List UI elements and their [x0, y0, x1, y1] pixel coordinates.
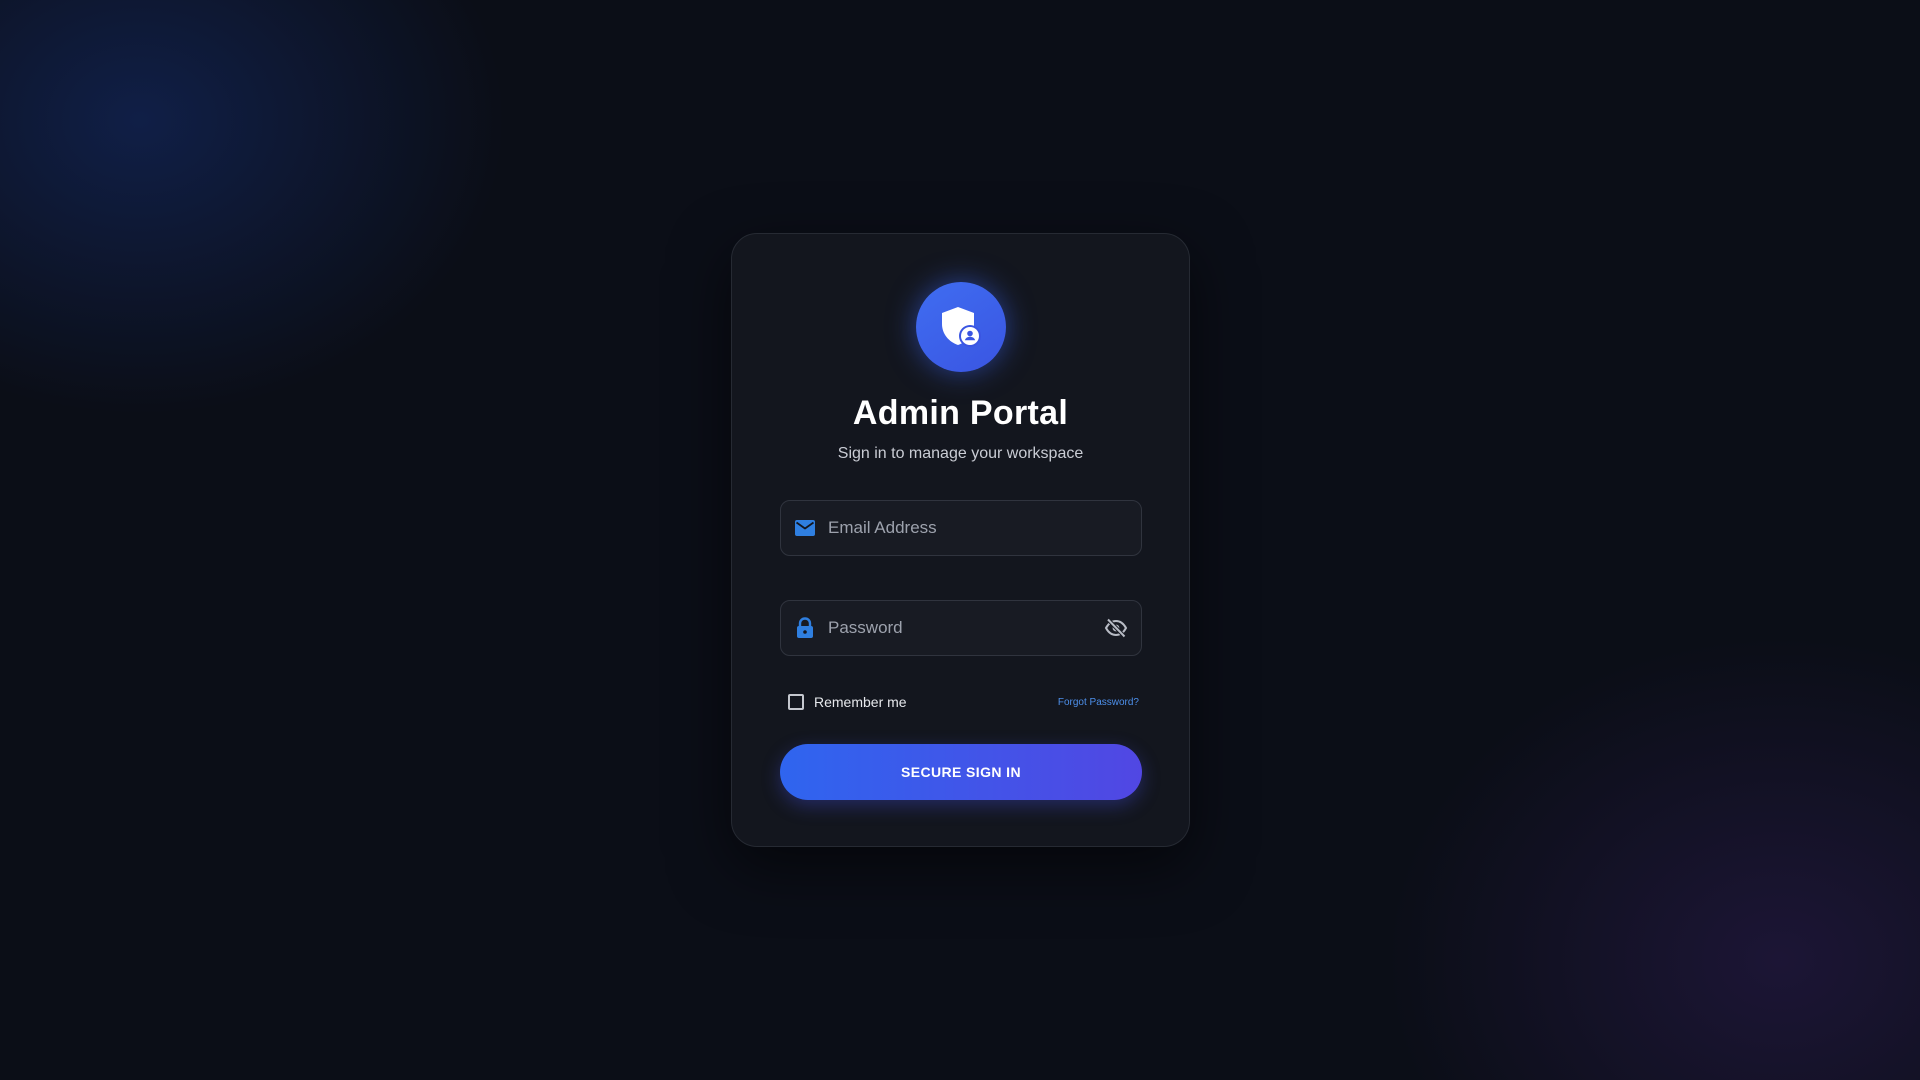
- page-title: Admin Portal: [852, 394, 1069, 432]
- eye-off-icon[interactable]: [1103, 615, 1129, 641]
- lock-icon: [793, 616, 817, 640]
- remember-me-control[interactable]: Remember me: [788, 694, 907, 710]
- mail-icon: [793, 516, 817, 540]
- email-input[interactable]: [828, 501, 1141, 555]
- shield-user-icon: [942, 307, 981, 347]
- email-field[interactable]: [780, 500, 1142, 556]
- forgot-password-link[interactable]: Forgot Password?: [1058, 697, 1139, 708]
- form-options-row: Remember me Forgot Password?: [788, 692, 1139, 712]
- remember-me-checkbox[interactable]: [788, 694, 804, 710]
- password-input[interactable]: [828, 601, 1103, 655]
- admin-shield-logo: [916, 282, 1006, 372]
- login-card: Admin Portal Sign in to manage your work…: [731, 233, 1190, 847]
- password-field[interactable]: [780, 600, 1142, 656]
- page-subtitle: Sign in to manage your workspace: [837, 445, 1084, 462]
- secure-sign-in-button[interactable]: SECURE SIGN IN: [780, 744, 1142, 800]
- remember-me-label: Remember me: [814, 694, 907, 710]
